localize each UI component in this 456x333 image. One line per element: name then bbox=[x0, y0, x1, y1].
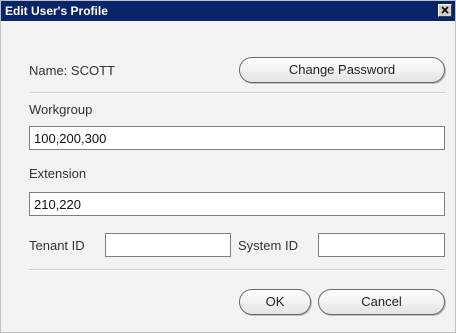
tenant-id-label: Tenant ID bbox=[29, 238, 85, 253]
workgroup-label: Workgroup bbox=[29, 102, 93, 117]
section-divider-top bbox=[29, 92, 445, 94]
system-id-input[interactable] bbox=[318, 233, 445, 257]
extension-input[interactable] bbox=[29, 192, 445, 216]
ok-button[interactable]: OK bbox=[239, 289, 311, 315]
tenant-id-input[interactable] bbox=[105, 233, 231, 257]
title-bar[interactable]: Edit User's Profile bbox=[1, 1, 455, 21]
extension-label: Extension bbox=[29, 166, 87, 181]
section-divider-bottom bbox=[29, 269, 445, 271]
cancel-button[interactable]: Cancel bbox=[318, 289, 445, 315]
dialog-title: Edit User's Profile bbox=[5, 4, 108, 18]
workgroup-input[interactable] bbox=[29, 126, 445, 150]
close-button[interactable] bbox=[438, 4, 452, 17]
close-icon bbox=[441, 6, 449, 14]
system-id-label: System ID bbox=[238, 238, 298, 253]
edit-profile-dialog: Edit User's Profile Name: SCOTT Change P… bbox=[0, 0, 456, 333]
user-name-label: Name: SCOTT bbox=[29, 63, 115, 78]
change-password-button[interactable]: Change Password bbox=[239, 57, 445, 83]
